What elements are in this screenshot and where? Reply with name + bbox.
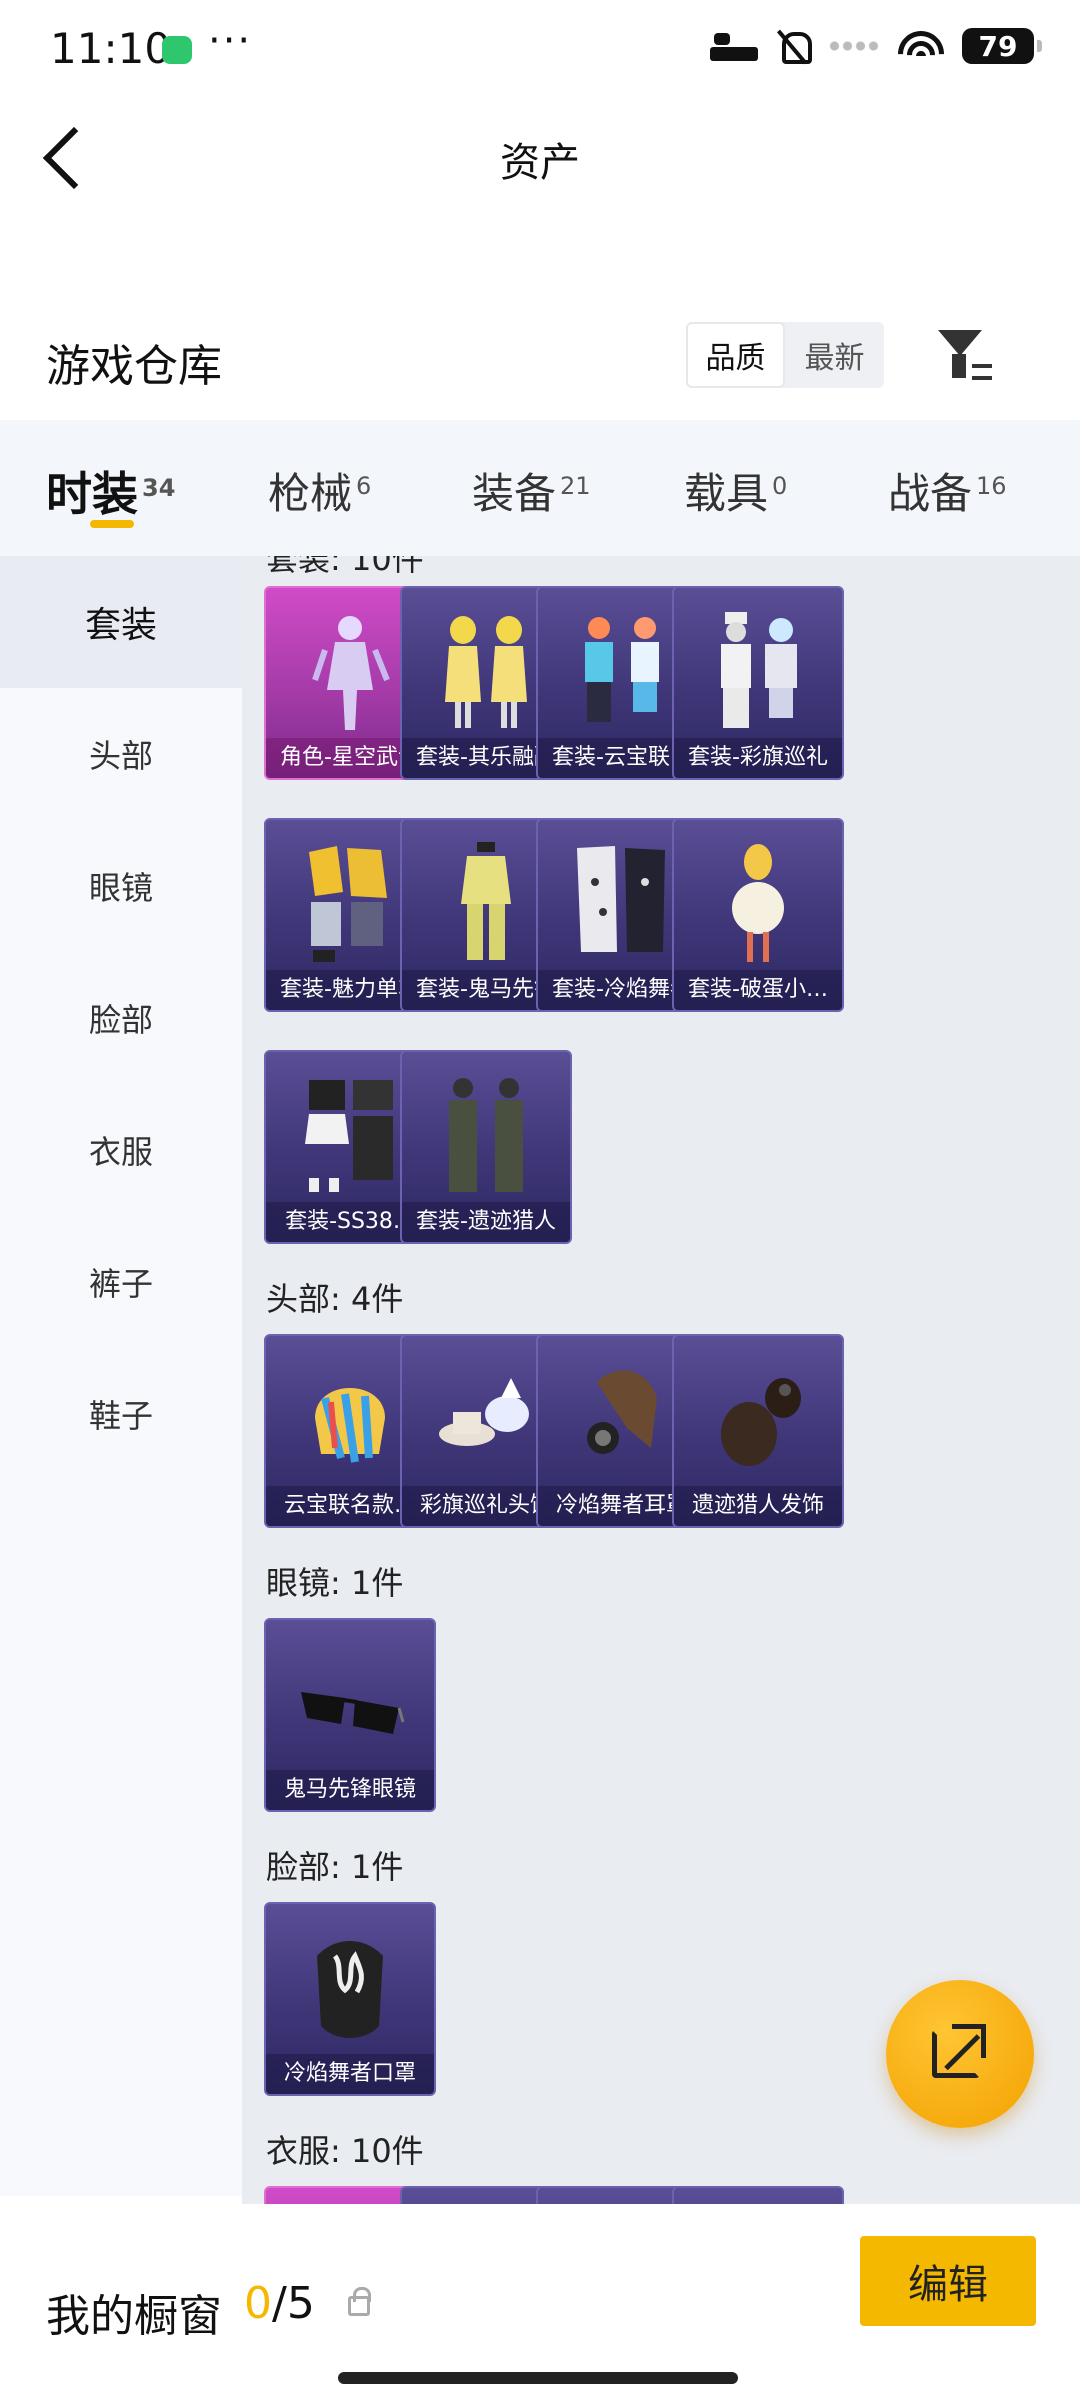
tab-label: 装备 <box>472 469 557 518</box>
signal-icon <box>828 41 880 51</box>
section-title-suits: 套装: 10件 <box>266 556 424 578</box>
sidebar-item-face[interactable]: 脸部 <box>0 952 242 1084</box>
outfit-image <box>732 844 784 962</box>
section-title-head: 头部: 4件 <box>266 1280 404 1318</box>
edit-button[interactable]: 编辑 <box>860 2236 1036 2326</box>
mute-icon <box>776 28 812 64</box>
item-card[interactable] <box>672 2186 844 2204</box>
item-label: 鬼马先锋眼镜 <box>266 1770 434 1810</box>
item-label: 遗迹猎人发饰 <box>674 1486 842 1526</box>
home-indicator[interactable] <box>338 2372 738 2384</box>
tab-fashion[interactable]: 时装 34 <box>46 458 175 524</box>
tab-count: 21 <box>560 472 591 500</box>
outfit-image <box>312 616 390 730</box>
warehouse-title: 游戏仓库 <box>46 341 222 392</box>
sort-newest-button[interactable]: 最新 <box>785 322 884 388</box>
assets-page: 11:10 ··· 79 资产 游戏仓库 品质 最新 时装 34 枪械 6 装备… <box>0 0 1080 2400</box>
header: 资产 <box>0 100 1080 220</box>
lock-icon <box>348 2287 371 2316</box>
item-card[interactable]: 套装-遗迹猎人 <box>400 1050 572 1244</box>
item-card[interactable]: 套装-彩旗巡礼 <box>672 586 844 780</box>
tab-label: 枪械 <box>268 469 353 518</box>
showcase-title: 我的橱窗 <box>46 2291 222 2342</box>
share-button[interactable] <box>886 1980 1034 2128</box>
tab-count: 6 <box>356 472 372 500</box>
sort-quality-button[interactable]: 品质 <box>686 322 785 388</box>
tab-count: 34 <box>142 474 176 502</box>
sidebar-item-clothes[interactable]: 衣服 <box>0 1084 242 1216</box>
item-card[interactable]: 套装-破蛋小… <box>672 818 844 1012</box>
glasses-image <box>301 1692 405 1734</box>
hat-image <box>315 1388 385 1463</box>
outfit-image <box>585 617 659 722</box>
more-notifications-icon: ··· <box>208 18 253 64</box>
showcase-bar: 我的橱窗 0/5 编辑 <box>0 2204 1080 2400</box>
tab-count: 16 <box>976 472 1007 500</box>
section-title-clothes: 衣服: 10件 <box>266 2132 424 2170</box>
warehouse-header: 游戏仓库 品质 最新 <box>0 300 1080 420</box>
item-label: 套装-彩旗巡礼 <box>674 738 842 778</box>
tab-label: 战备 <box>888 469 973 518</box>
battery-icon: 79 <box>962 28 1042 64</box>
outfit-image <box>577 846 665 952</box>
outfit-image <box>305 1080 393 1192</box>
category-tabs: 时装 34 枪械 6 装备 21 载具 0 战备 16 <box>0 420 1080 556</box>
section-title-face: 脸部: 1件 <box>266 1848 404 1886</box>
active-tab-indicator <box>90 520 134 528</box>
subcategory-sidebar: 套装 头部 眼镜 脸部 衣服 裤子 鞋子 <box>0 556 242 2196</box>
sleep-mode-icon <box>710 31 758 61</box>
hat-image <box>439 1378 529 1446</box>
showcase-count: 0/5 <box>244 2278 315 2329</box>
mask-image <box>317 1941 383 2038</box>
wechat-icon <box>162 36 192 64</box>
sidebar-item-suits[interactable]: 套装 <box>0 556 242 688</box>
status-time: 11:10 <box>50 24 172 73</box>
page-title: 资产 <box>500 140 580 186</box>
showcase-total: /5 <box>272 2278 315 2329</box>
sidebar-item-shoes[interactable]: 鞋子 <box>0 1348 242 1480</box>
item-label: 套装-遗迹猎人 <box>402 1202 570 1242</box>
tab-vehicles[interactable]: 载具 0 <box>684 460 787 521</box>
wifi-icon <box>898 29 944 63</box>
sidebar-item-glasses[interactable]: 眼镜 <box>0 820 242 952</box>
sidebar-item-pants[interactable]: 裤子 <box>0 1216 242 1348</box>
tab-label: 时装 <box>46 467 138 521</box>
hat-image <box>587 1370 657 1454</box>
outfit-image <box>309 846 387 962</box>
tab-count: 0 <box>772 472 788 500</box>
status-bar: 11:10 ··· 79 <box>0 0 1080 100</box>
items-grid: 套装: 10件 角色-星空武士 套装-其乐融融 套装-云宝联… 套装-彩旗巡礼 … <box>242 556 1080 2204</box>
item-label: 冷焰舞者口罩 <box>266 2054 434 2094</box>
sidebar-item-head[interactable]: 头部 <box>0 688 242 820</box>
showcase-current: 0 <box>244 2278 272 2329</box>
item-label: 套装-破蛋小… <box>674 970 842 1010</box>
outfit-image <box>445 616 527 728</box>
tab-label: 载具 <box>684 469 769 518</box>
hat-image <box>721 1378 801 1466</box>
item-card[interactable]: 冷焰舞者口罩 <box>264 1902 436 2096</box>
tab-supplies[interactable]: 战备 16 <box>888 460 1007 521</box>
outfit-image <box>449 1078 523 1192</box>
item-card[interactable]: 遗迹猎人发饰 <box>672 1334 844 1528</box>
outfit-image <box>461 842 511 960</box>
sort-toggle: 品质 最新 <box>686 322 884 388</box>
tab-gear[interactable]: 装备 21 <box>472 460 591 521</box>
section-title-glasses: 眼镜: 1件 <box>266 1564 404 1602</box>
tab-guns[interactable]: 枪械 6 <box>268 460 371 521</box>
filter-icon[interactable] <box>936 328 992 384</box>
outfit-image <box>721 612 797 728</box>
item-card[interactable]: 鬼马先锋眼镜 <box>264 1618 436 1812</box>
